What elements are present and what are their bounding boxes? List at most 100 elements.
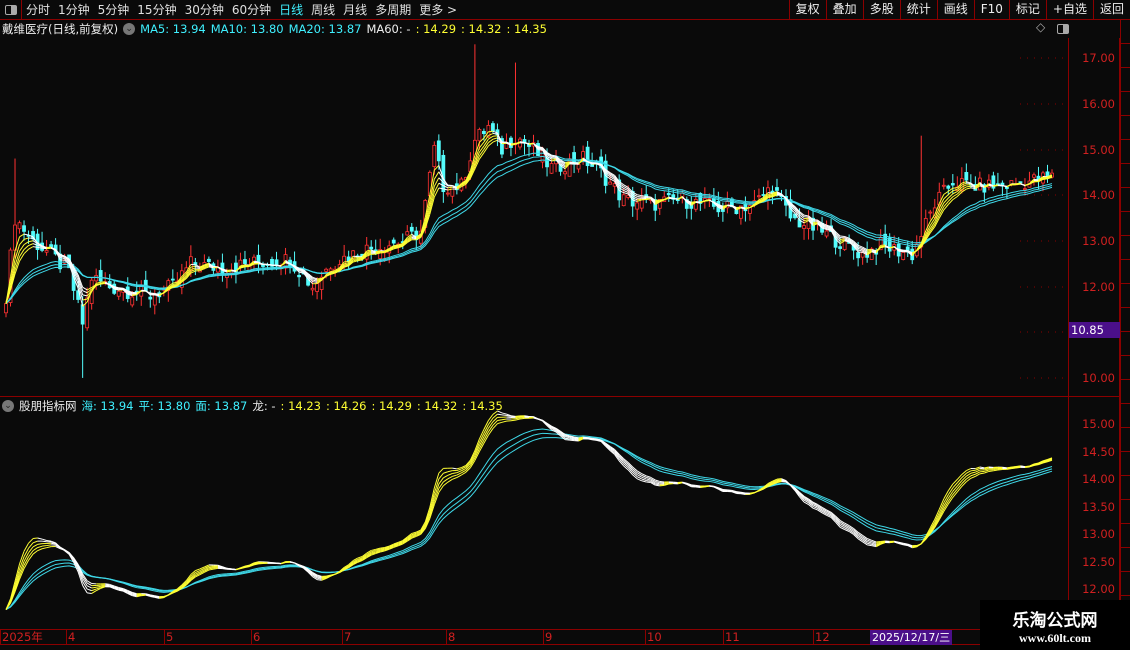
fast-ma-line: [988, 185, 994, 187]
candle: [576, 164, 581, 170]
side-cell[interactable]: [1121, 116, 1130, 140]
date-axis: 2025/12/17/三 2025年 4 5 6 7 8 9 10 11 12: [0, 629, 1068, 645]
fast-ma-line: [492, 137, 498, 140]
indicator-fast-line: [42, 545, 47, 547]
candle: [297, 274, 301, 278]
side-cell[interactable]: [1121, 284, 1130, 308]
candle: [946, 185, 951, 189]
date-label: 6: [251, 630, 261, 645]
indicator-fast-line: [456, 472, 462, 476]
side-cell[interactable]: [1121, 44, 1130, 68]
indicator-fast-line: [646, 481, 651, 484]
candle: [391, 239, 396, 244]
side-cell[interactable]: [1121, 188, 1130, 212]
candle: [369, 246, 374, 250]
candle: [152, 294, 157, 306]
indicator-fast-line: [32, 540, 38, 544]
fast-ma-line: [655, 200, 660, 202]
fast-ma-line: [23, 248, 29, 255]
side-cell[interactable]: [1121, 260, 1130, 284]
indicator-fast-line: [37, 548, 43, 552]
side-cell[interactable]: [1121, 332, 1130, 356]
indicator-fast-line: [979, 472, 985, 475]
fast-ma-line: [28, 246, 34, 250]
y-tick: 16.00: [1082, 97, 1115, 111]
indicator-fast-line: [1011, 467, 1017, 470]
side-cell[interactable]: [1121, 524, 1130, 548]
fast-ma-line: [745, 206, 750, 209]
indicator-fast-line: [966, 468, 972, 472]
candle: [170, 278, 175, 281]
candle: [324, 268, 329, 272]
indicator-fast-line: [515, 418, 521, 421]
side-cell[interactable]: [1121, 68, 1130, 92]
indicator-fast-line: [695, 484, 701, 487]
fast-ma-line: [880, 246, 886, 248]
y-tick: 10.00: [1082, 371, 1115, 385]
candle: [621, 194, 626, 207]
candle: [22, 225, 26, 232]
candle: [950, 183, 955, 186]
side-cell[interactable]: [1121, 164, 1130, 188]
slow-ma-line: [5, 152, 1053, 304]
indicator-fast-line: [163, 594, 169, 597]
candle: [743, 203, 748, 212]
indicator-fast-line: [565, 439, 570, 441]
candle: [608, 181, 613, 185]
fast-ma-line: [812, 219, 818, 221]
side-cell[interactable]: [1121, 92, 1130, 116]
candle: [491, 123, 495, 132]
indicator-slow-line: [5, 432, 1053, 611]
candle: [693, 198, 698, 210]
fast-ma-line: [803, 214, 809, 217]
side-cell[interactable]: [1121, 140, 1130, 164]
side-cell[interactable]: [1121, 356, 1130, 380]
side-cell[interactable]: [1121, 548, 1130, 572]
fast-ma-line: [812, 222, 818, 225]
indicator-fast-line: [96, 585, 101, 588]
indicator-fast-line: [497, 421, 503, 425]
indicator-fast-line: [456, 467, 462, 470]
fast-ma-line: [952, 196, 958, 201]
indicator-fast-line: [105, 583, 110, 585]
fast-ma-line: [492, 135, 498, 137]
fast-ma-line: [1042, 178, 1048, 180]
side-cell[interactable]: [1121, 500, 1130, 524]
candle: [1032, 174, 1036, 178]
indicator-fast-line: [46, 546, 52, 549]
side-cell[interactable]: [1121, 476, 1130, 500]
side-cell[interactable]: [1121, 428, 1130, 452]
side-cell[interactable]: [1121, 236, 1130, 260]
side-cell[interactable]: [1121, 212, 1130, 236]
indicator-fast-line: [506, 416, 512, 419]
candle: [941, 184, 946, 187]
candle: [436, 140, 441, 162]
fast-ma-line: [993, 185, 998, 187]
fast-ma-line: [492, 139, 498, 143]
fast-ma-line: [42, 247, 47, 250]
indicator-fast-line: [749, 491, 755, 494]
side-cell[interactable]: [1121, 308, 1130, 332]
toolbar-action-button[interactable]: 返回: [1092, 0, 1130, 20]
candle: [482, 130, 486, 135]
indicator-fast-line: [1015, 466, 1021, 469]
candle: [206, 258, 211, 262]
side-cell[interactable]: [1121, 452, 1130, 476]
indicator-fast-line: [952, 491, 958, 498]
indicator-fast-line: [970, 471, 976, 474]
side-cell[interactable]: [1121, 20, 1130, 44]
indicator-slow-line: [5, 437, 1053, 611]
indicator-fast-line: [37, 537, 43, 540]
candle: [4, 303, 8, 314]
price-chart[interactable]: [0, 0, 1068, 629]
fast-ma-line: [195, 267, 200, 269]
indicator-fast-line: [280, 562, 286, 565]
indicator-fast-line: [943, 490, 949, 500]
side-cell[interactable]: [1121, 404, 1130, 428]
side-cell[interactable]: [1121, 572, 1130, 596]
fast-ma-line: [23, 237, 29, 240]
fast-ma-line: [1006, 184, 1012, 187]
side-cell[interactable]: [1121, 380, 1130, 404]
indicator-fast-line: [452, 477, 458, 480]
candle: [734, 209, 739, 215]
